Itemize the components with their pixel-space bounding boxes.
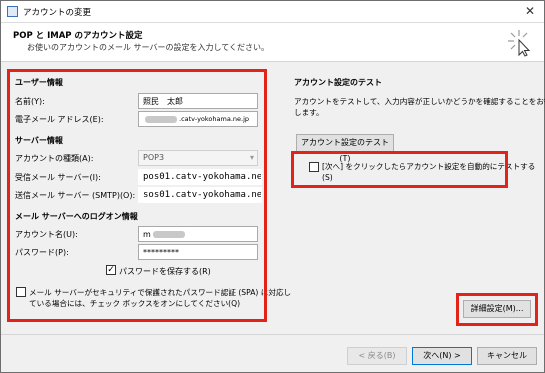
highlight-auto-test-box — [291, 151, 508, 188]
cursor-sparkle-icon — [504, 27, 534, 57]
account-change-dialog: アカウントの変更 ✕ POP と IMAP のアカウント設定 お使いのアカウント… — [0, 0, 545, 373]
dialog-header: POP と IMAP のアカウント設定 お使いのアカウントのメール サーバーの設… — [1, 23, 544, 62]
page-title: POP と IMAP のアカウント設定 — [13, 29, 143, 41]
close-button[interactable]: ✕ — [522, 3, 538, 19]
title-bar: アカウントの変更 ✕ — [1, 1, 544, 23]
cancel-button[interactable]: キャンセル — [477, 347, 537, 365]
test-description-line1: アカウントをテストして、入力内容が正しいかどうかを確認することをお勧め — [294, 96, 545, 107]
highlight-settings-box — [7, 69, 267, 322]
test-heading: アカウント設定のテスト — [294, 77, 382, 88]
highlight-more-settings-box — [456, 293, 538, 326]
test-description-line2: します。 — [294, 107, 324, 118]
mail-app-icon — [7, 6, 18, 17]
test-account-button[interactable]: アカウント設定のテスト(T) — [296, 134, 394, 152]
back-button[interactable]: < 戻る(B) — [347, 347, 407, 365]
window-title: アカウントの変更 — [23, 6, 91, 18]
page-subtitle: お使いのアカウントのメール サーバーの設定を入力してください。 — [27, 42, 269, 53]
next-button[interactable]: 次へ(N) > — [412, 347, 472, 365]
footer-divider — [1, 334, 544, 335]
